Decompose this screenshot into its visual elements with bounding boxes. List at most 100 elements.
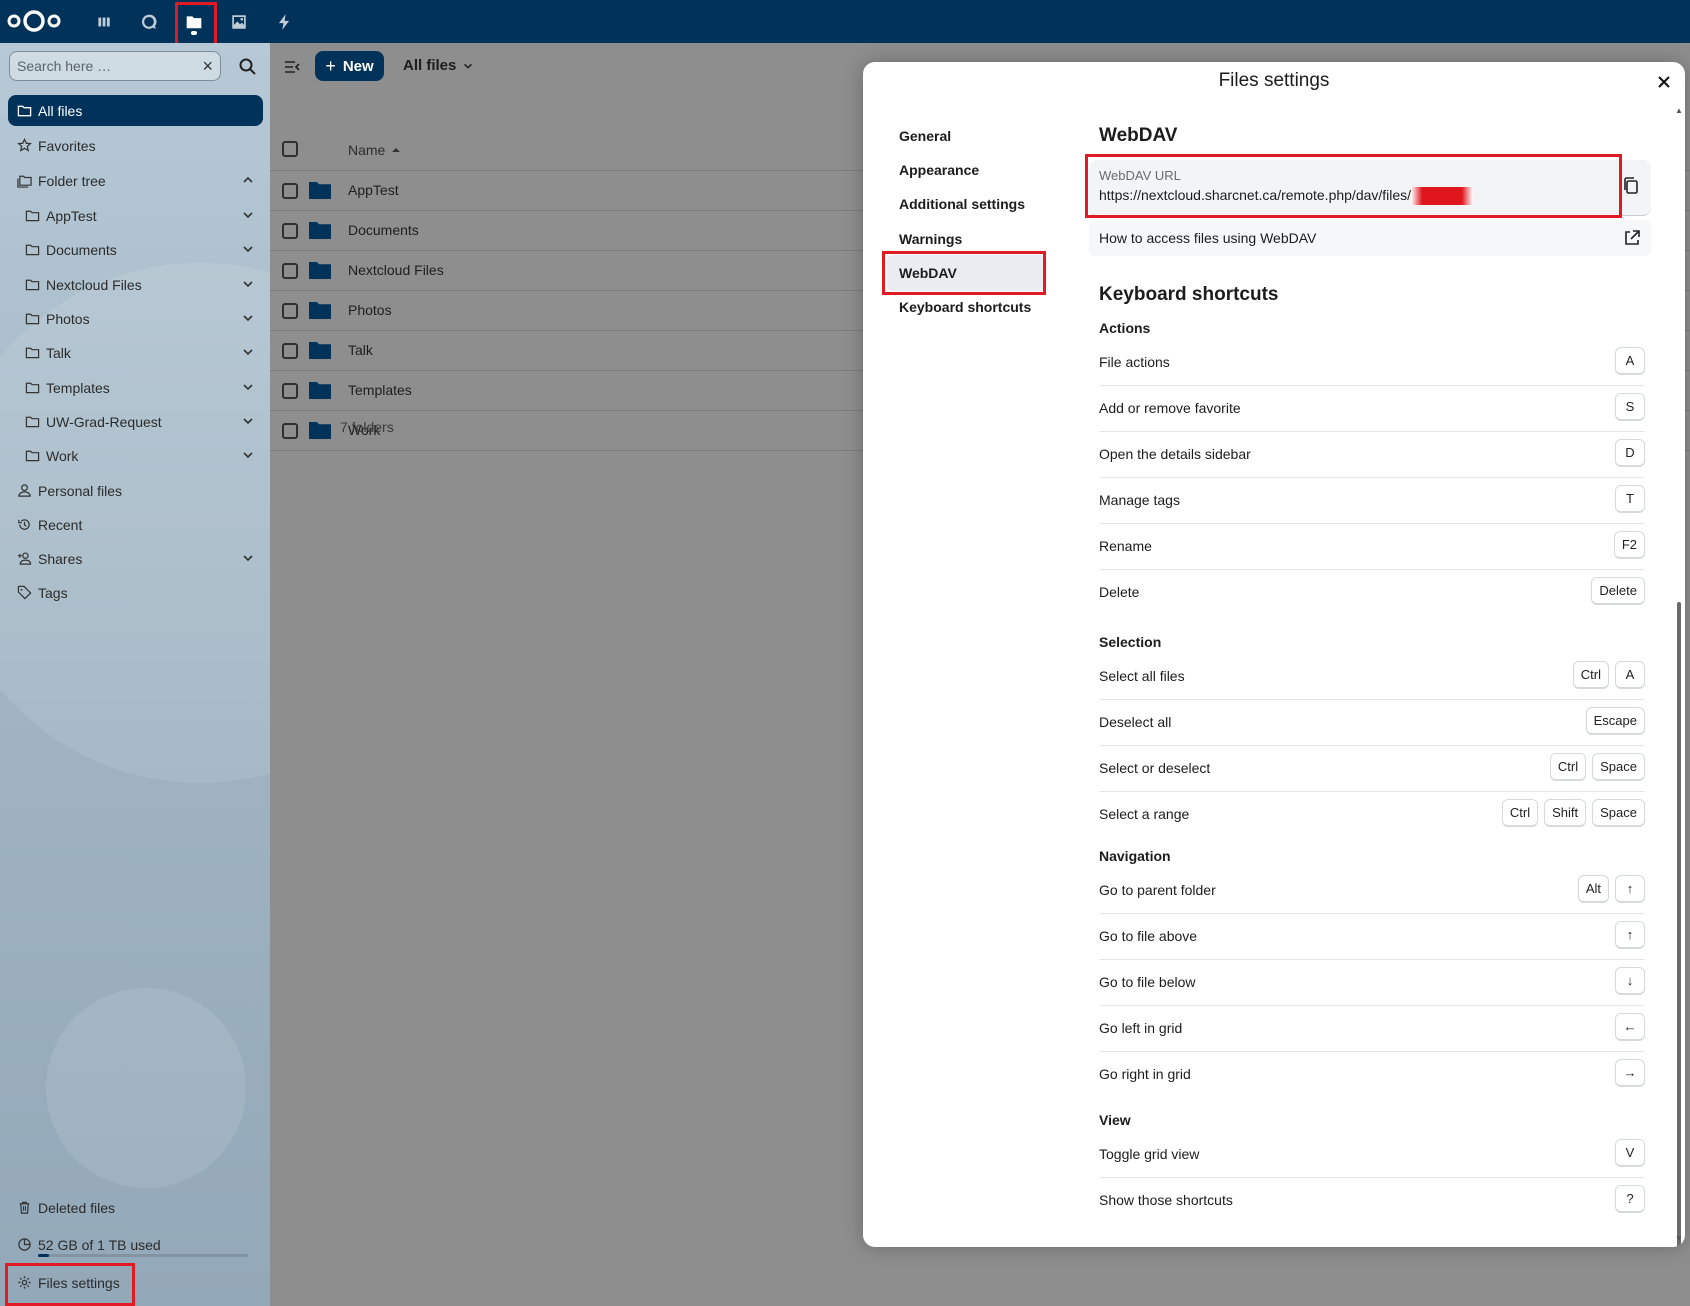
- files-settings-dialog: Files settings General Appearance Additi…: [863, 62, 1685, 1247]
- folder-icon: [24, 345, 40, 361]
- chevron-up-icon[interactable]: [241, 173, 255, 187]
- webdav-help-link[interactable]: How to access files using WebDAV: [1089, 220, 1651, 256]
- folder-icon: [24, 208, 40, 224]
- name-column-header[interactable]: Name: [348, 142, 403, 158]
- shortcut-label: Toggle grid view: [1099, 1146, 1200, 1162]
- keyboard-shortcuts-heading: Keyboard shortcuts: [1099, 284, 1279, 305]
- shortcut-row: Select all files Ctrl A: [1099, 654, 1645, 700]
- chevron-down-icon[interactable]: [241, 380, 255, 394]
- row-checkbox[interactable]: [282, 183, 298, 199]
- shortcut-row: Deselect all Escape: [1099, 700, 1645, 746]
- plus-icon: +: [325, 55, 336, 76]
- settings-nav-warnings[interactable]: Warnings: [899, 221, 1049, 257]
- file-name[interactable]: Nextcloud Files: [348, 262, 444, 278]
- shortcut-label: Go to file below: [1099, 974, 1196, 990]
- chevron-down-icon[interactable]: [241, 345, 255, 359]
- new-button[interactable]: + New: [315, 51, 384, 81]
- key-cap: →: [1615, 1059, 1645, 1087]
- sidebar-item-talk[interactable]: Talk: [16, 337, 263, 368]
- folder-multiple-icon: [16, 173, 32, 189]
- sidebar-item-templates[interactable]: Templates: [16, 372, 263, 403]
- file-name[interactable]: Documents: [348, 222, 419, 238]
- files-settings-button[interactable]: Files settings: [8, 1267, 263, 1298]
- scroll-up-arrow[interactable]: ▲: [1675, 106, 1683, 115]
- sidebar-item-uw-grad-request[interactable]: UW-Grad-Request: [16, 406, 263, 437]
- file-name[interactable]: Talk: [348, 342, 373, 358]
- sidebar-item-deleted-files[interactable]: Deleted files: [8, 1192, 263, 1223]
- chevron-down-icon[interactable]: [241, 414, 255, 428]
- key-cap: Space: [1592, 799, 1645, 827]
- shortcut-group-heading: Navigation: [1099, 848, 1171, 864]
- copy-icon[interactable]: [1621, 176, 1641, 196]
- image-icon[interactable]: [221, 4, 257, 40]
- settings-nav-general[interactable]: General: [899, 118, 1049, 154]
- active-app-indicator: [191, 31, 197, 35]
- lightning-icon[interactable]: [266, 4, 302, 40]
- search-icon[interactable]: [238, 57, 258, 77]
- settings-nav-additional[interactable]: Additional settings: [899, 186, 1049, 222]
- shortcut-row: Delete Delete: [1099, 570, 1645, 616]
- talk-icon[interactable]: [131, 4, 167, 40]
- sidebar-item-documents[interactable]: Documents: [16, 234, 263, 265]
- row-checkbox[interactable]: [282, 343, 298, 359]
- shortcut-row: File actions A: [1099, 340, 1645, 386]
- sidebar-item-folder-tree[interactable]: Folder tree: [8, 165, 263, 196]
- sidebar-item-shares[interactable]: Shares: [8, 543, 263, 574]
- close-icon[interactable]: ×: [202, 56, 213, 77]
- shortcut-label: Manage tags: [1099, 492, 1180, 508]
- sidebar-item-favorites[interactable]: Favorites: [8, 130, 263, 161]
- chevron-down-icon[interactable]: [241, 311, 255, 325]
- settings-nav-keyboard-shortcuts[interactable]: Keyboard shortcuts: [899, 289, 1049, 325]
- scrollbar[interactable]: [1677, 602, 1681, 1247]
- file-name[interactable]: Photos: [348, 302, 392, 318]
- sidebar-item-apptest[interactable]: AppTest: [16, 200, 263, 231]
- sidebar-item-all-files[interactable]: All files: [8, 95, 263, 126]
- dashboard-icon[interactable]: [86, 4, 122, 40]
- open-in-new-icon: [1625, 230, 1640, 245]
- sidebar-item-nextcloud-files[interactable]: Nextcloud Files: [16, 269, 263, 300]
- chevron-down-icon[interactable]: [241, 277, 255, 291]
- shortcut-keys: Ctrl Shift Space: [1501, 799, 1645, 827]
- shortcut-keys: Escape: [1585, 707, 1645, 735]
- shortcut-keys: ↓: [1615, 967, 1645, 995]
- shortcut-label: Go right in grid: [1099, 1066, 1191, 1082]
- sidebar-item-tags[interactable]: Tags: [8, 577, 263, 608]
- sidebar-item-personal-files[interactable]: Personal files: [8, 475, 263, 506]
- scroll-down-arrow[interactable]: ▼: [1675, 1234, 1683, 1243]
- file-name[interactable]: AppTest: [348, 182, 399, 198]
- row-checkbox[interactable]: [282, 223, 298, 239]
- row-checkbox[interactable]: [282, 423, 298, 439]
- folder-icon: [309, 182, 331, 199]
- sidebar-item-work[interactable]: Work: [16, 440, 263, 471]
- select-all-checkbox[interactable]: [282, 141, 298, 157]
- webdav-url-field[interactable]: WebDAV URL https://nextcloud.sharcnet.ca…: [1089, 160, 1651, 216]
- nextcloud-logo[interactable]: [6, 8, 62, 34]
- chevron-down-icon[interactable]: [241, 242, 255, 256]
- search-field[interactable]: ×: [9, 51, 221, 81]
- row-checkbox[interactable]: [282, 303, 298, 319]
- settings-nav-appearance[interactable]: Appearance: [899, 152, 1049, 188]
- shortcut-row: Open the details sidebar D: [1099, 432, 1645, 478]
- sidebar-item-recent[interactable]: Recent: [8, 509, 263, 540]
- search-input[interactable]: [17, 58, 187, 74]
- menu-open-icon[interactable]: [282, 57, 302, 77]
- row-checkbox[interactable]: [282, 383, 298, 399]
- breadcrumb[interactable]: All files: [403, 57, 474, 74]
- webdav-url-value: https://nextcloud.sharcnet.ca/remote.php…: [1099, 187, 1474, 206]
- close-icon[interactable]: [1653, 71, 1675, 93]
- sidebar-item-photos[interactable]: Photos: [16, 303, 263, 334]
- chevron-down-icon[interactable]: [241, 448, 255, 462]
- sidebar-item-label: All files: [38, 102, 83, 119]
- files-app-icon[interactable]: [176, 4, 212, 40]
- shortcut-label: Select a range: [1099, 806, 1190, 822]
- row-checkbox[interactable]: [282, 263, 298, 279]
- chevron-down-icon[interactable]: [241, 551, 255, 565]
- key-cap: Alt: [1577, 875, 1609, 903]
- shortcut-group-heading: Selection: [1099, 634, 1162, 650]
- folder-icon: [309, 422, 331, 439]
- folder-icon: [24, 414, 40, 430]
- chevron-down-icon[interactable]: [241, 208, 255, 222]
- settings-nav-webdav[interactable]: WebDAV: [887, 255, 1047, 291]
- file-name[interactable]: Templates: [348, 382, 412, 398]
- folder-summary: 7 folders: [340, 419, 394, 435]
